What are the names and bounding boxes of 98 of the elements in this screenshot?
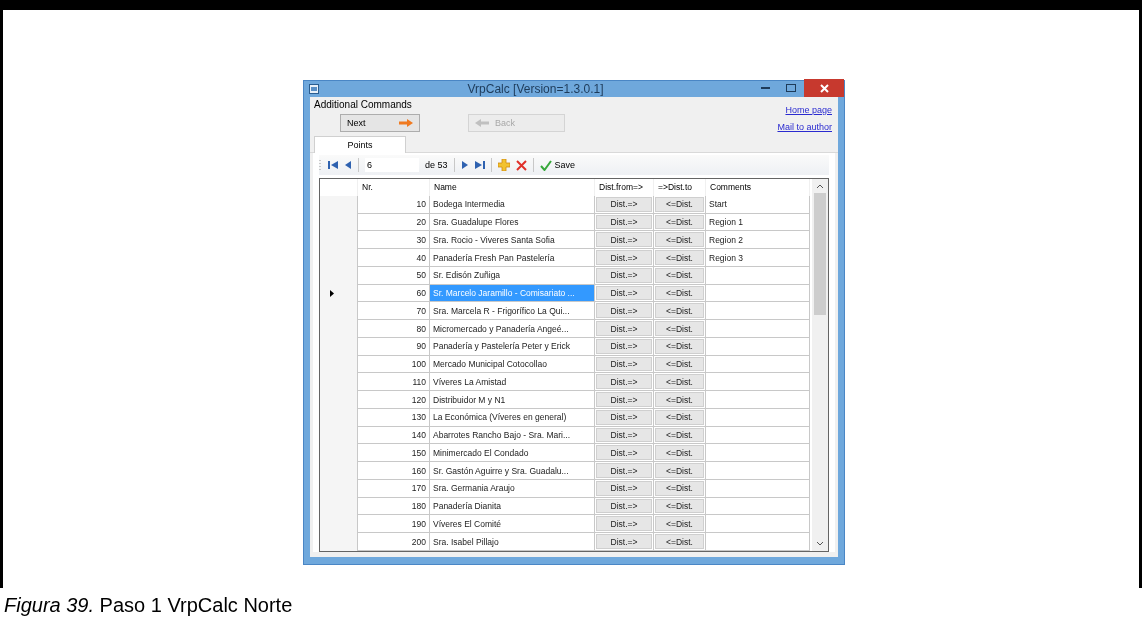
app-icon <box>309 84 319 94</box>
scrollbar[interactable] <box>812 179 828 551</box>
maximize-icon[interactable] <box>786 84 796 92</box>
last-record-button[interactable] <box>474 160 485 170</box>
table-cell: Start <box>706 195 810 214</box>
menu-item[interactable]: Additional Commands <box>310 97 416 112</box>
close-icon <box>819 83 829 93</box>
arrow-right-icon <box>399 119 413 127</box>
dist-to-button[interactable]: <=Dist. <box>655 463 704 478</box>
table-cell: Sra. Rocio - Viveres Santa Sofia <box>430 231 595 250</box>
minimize-icon[interactable] <box>760 87 770 89</box>
link[interactable]: Home page <box>785 105 832 115</box>
scrollbar-thumb[interactable] <box>814 193 826 315</box>
table-cell: 200 <box>358 533 430 551</box>
dist-from-button[interactable]: Dist.=> <box>596 392 652 407</box>
arrow-left-icon <box>475 119 489 127</box>
figure-caption: Figura 39. Paso 1 VrpCalc Norte <box>4 593 294 618</box>
table-cell: 40 <box>358 249 430 267</box>
dist-from-button[interactable]: Dist.=> <box>596 321 652 336</box>
column-header[interactable]: Nr. <box>358 179 430 196</box>
dist-to-button[interactable]: <=Dist. <box>655 534 704 549</box>
dist-to-button[interactable]: <=Dist. <box>655 285 704 301</box>
dist-to-button[interactable]: <=Dist. <box>655 303 704 319</box>
table-cell: Víveres La Amistad <box>430 373 595 392</box>
dist-from-button[interactable]: Dist.=> <box>596 232 652 248</box>
dist-to-button[interactable]: <=Dist. <box>655 356 704 372</box>
dist-from-button[interactable]: Dist.=> <box>596 196 652 212</box>
dist-from-button[interactable]: Dist.=> <box>596 214 652 230</box>
dist-to-button[interactable]: <=Dist. <box>655 338 704 354</box>
previous-record-button[interactable] <box>344 160 352 170</box>
dist-from-button[interactable]: Dist.=> <box>596 356 652 372</box>
table-cell: Micromercado y Panadería Angeé... <box>430 320 595 338</box>
dist-to-button[interactable]: <=Dist. <box>655 250 704 265</box>
table-cell: 70 <box>358 302 430 321</box>
link[interactable]: Mail to author <box>777 122 832 132</box>
table-cell: 150 <box>358 444 430 463</box>
table-cell: Sra. Marcela R - Frigorífico La Qui... <box>430 302 595 321</box>
dist-to-button[interactable]: <=Dist. <box>655 516 704 532</box>
dist-from-button[interactable]: Dist.=> <box>596 303 652 319</box>
dist-to-button[interactable]: <=Dist. <box>655 321 704 336</box>
dist-to-button[interactable]: <=Dist. <box>655 409 704 425</box>
window-title: VrpCalc [Version=1.3.0.1] <box>466 82 605 96</box>
column-header[interactable]: Name <box>430 179 595 196</box>
table-cell: Víveres El Comité <box>430 515 595 534</box>
toolbar-grip-icon <box>319 159 322 171</box>
tab[interactable]: Points <box>314 136 406 153</box>
dist-from-button[interactable]: Dist.=> <box>596 374 652 390</box>
dist-to-button[interactable]: <=Dist. <box>655 392 704 407</box>
table-cell: 190 <box>358 515 430 534</box>
dist-from-button[interactable]: Dist.=> <box>596 267 652 283</box>
dist-to-button[interactable]: <=Dist. <box>655 214 704 230</box>
table-cell: 80 <box>358 320 430 338</box>
table-cell: Region 2 <box>706 231 810 250</box>
table-cell: 120 <box>358 391 430 409</box>
first-record-button[interactable] <box>328 160 338 170</box>
table-cell: Bodega Intermedia <box>430 195 595 214</box>
dist-to-button[interactable]: <=Dist. <box>655 427 704 443</box>
column-header[interactable]: Comments <box>706 179 810 196</box>
table-cell: Region 3 <box>706 249 810 267</box>
next-button[interactable]: Next <box>340 114 420 132</box>
dist-to-button[interactable]: <=Dist. <box>655 480 704 496</box>
current-row-icon <box>330 290 334 298</box>
column-header[interactable]: Dist.from=> <box>595 179 654 196</box>
delete-button[interactable] <box>515 159 527 171</box>
dist-from-button[interactable]: Dist.=> <box>596 480 652 496</box>
add-button[interactable] <box>497 159 510 171</box>
table-cell: 30 <box>358 231 430 250</box>
dist-from-button[interactable]: Dist.=> <box>596 445 652 461</box>
table-cell: Sr. Gastón Aguirre y Sra. Guadalu... <box>430 462 595 480</box>
save-button[interactable]: Save <box>539 159 576 171</box>
dist-from-button[interactable]: Dist.=> <box>596 427 652 443</box>
dist-from-button[interactable]: Dist.=> <box>596 463 652 478</box>
column-header[interactable]: =>Dist.to <box>654 179 706 196</box>
dist-to-button[interactable]: <=Dist. <box>655 498 704 514</box>
table-cell: Distribuidor M y N1 <box>430 391 595 409</box>
dist-from-button[interactable]: Dist.=> <box>596 285 652 301</box>
dist-to-button[interactable]: <=Dist. <box>655 267 704 283</box>
next-record-button[interactable] <box>460 160 469 170</box>
position-field[interactable]: 6 <box>365 158 419 172</box>
dist-from-button[interactable]: Dist.=> <box>596 250 652 265</box>
table-cell: 160 <box>358 462 430 480</box>
dist-to-button[interactable]: <=Dist. <box>655 445 704 461</box>
close-button[interactable] <box>804 79 844 97</box>
dist-from-button[interactable]: Dist.=> <box>596 409 652 425</box>
dist-from-button[interactable]: Dist.=> <box>596 534 652 549</box>
dist-to-button[interactable]: <=Dist. <box>655 196 704 212</box>
dist-from-button[interactable]: Dist.=> <box>596 338 652 354</box>
checkmark-icon <box>539 159 552 171</box>
dist-from-button[interactable]: Dist.=> <box>596 498 652 514</box>
dist-from-button[interactable]: Dist.=> <box>596 516 652 532</box>
table-cell: 110 <box>358 373 430 392</box>
table-cell: Panadería Fresh Pan Pastelería <box>430 249 595 267</box>
table-cell: Minimercado El Condado <box>430 444 595 463</box>
dist-to-button[interactable]: <=Dist. <box>655 232 704 248</box>
table-cell: 10 <box>358 195 430 214</box>
dist-to-button[interactable]: <=Dist. <box>655 374 704 390</box>
table-cell: Sra. Isabel Pillajo <box>430 533 595 551</box>
record-count: de 53 <box>425 160 448 170</box>
